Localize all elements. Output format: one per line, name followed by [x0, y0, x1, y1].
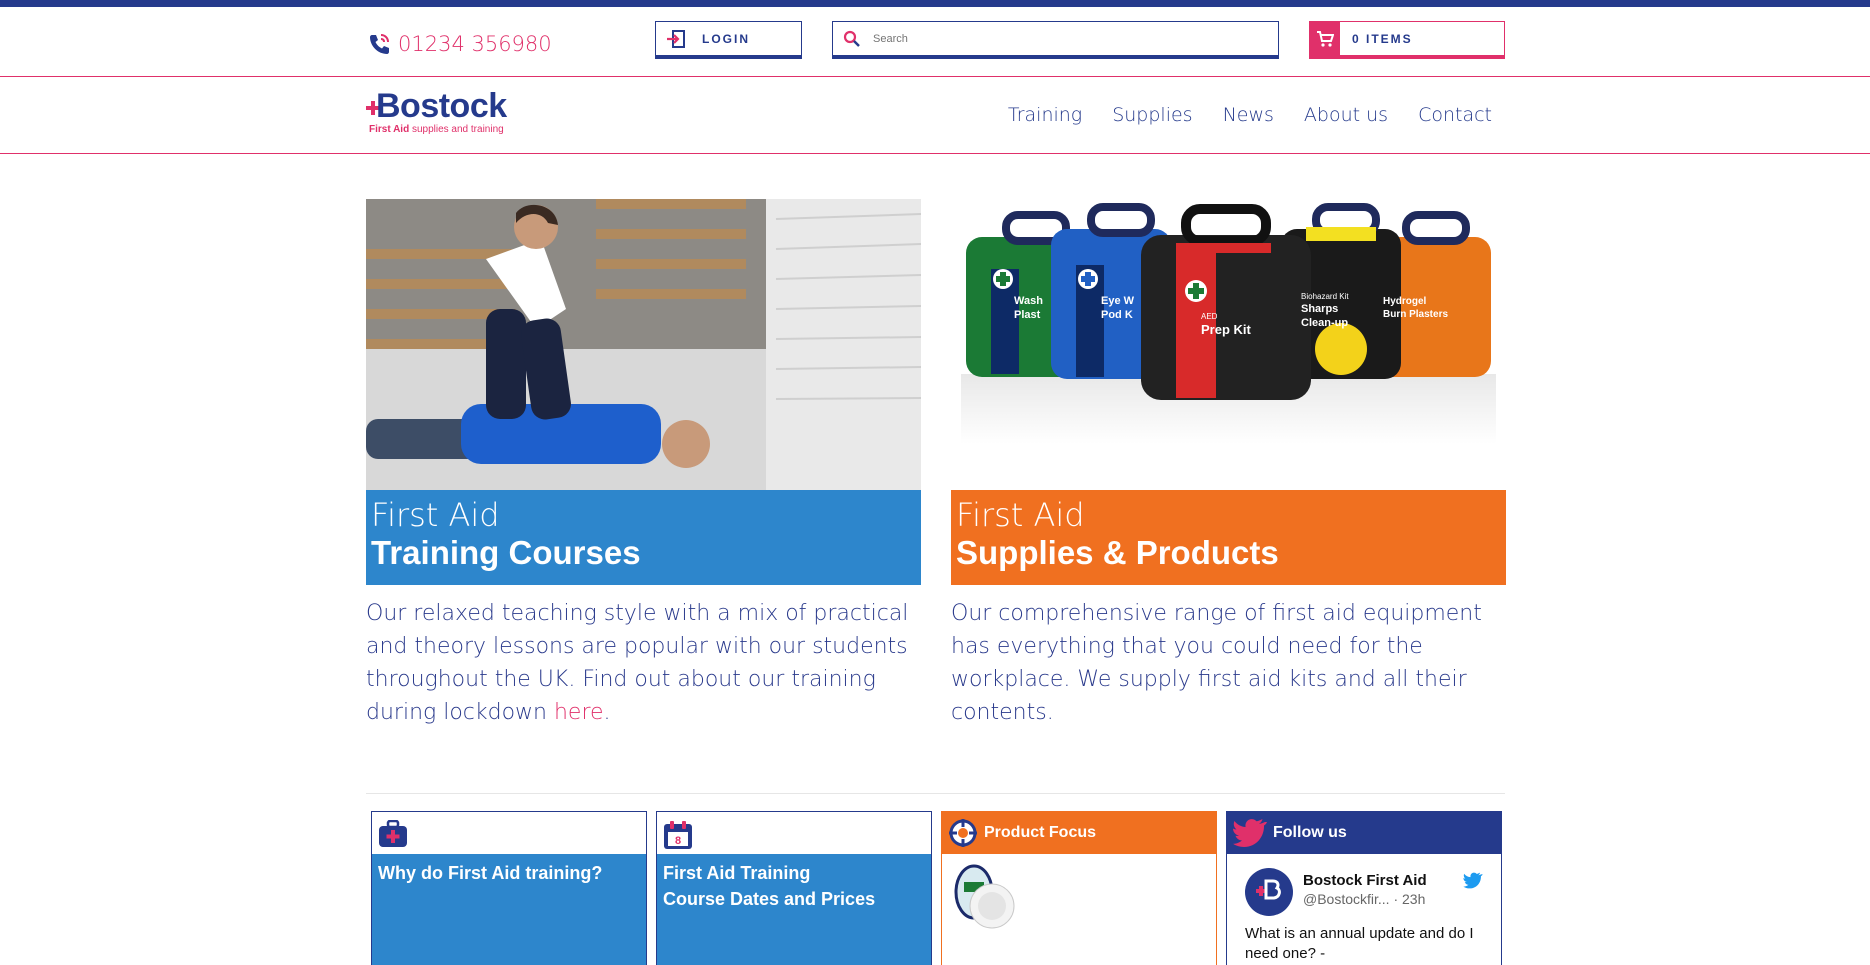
training-description: Our relaxed teaching style with a mix of…	[366, 597, 926, 729]
why-training-tile[interactable]: Why do First Aid training?	[371, 811, 647, 965]
logo-tagline-bold: First Aid	[369, 124, 410, 135]
training-description-text: Our relaxed teaching style with a mix of…	[366, 601, 909, 725]
svg-text:Biohazard Kit: Biohazard Kit	[1301, 292, 1349, 301]
phone-number: 01234 356980	[398, 32, 552, 56]
svg-text:Prep Kit: Prep Kit	[1201, 322, 1252, 337]
supplies-band: First Aid Supplies & Products	[951, 490, 1506, 585]
logo-wordmark: Bostock	[376, 87, 507, 125]
why-training-tile-head	[372, 812, 646, 854]
training-photo	[366, 199, 921, 490]
why-training-title: Why do First Aid training?	[378, 863, 603, 883]
tweet-header: Bostock First Aid @Bostockfir... · 23h	[1245, 868, 1483, 916]
product-thumbnail	[954, 864, 1015, 929]
product-focus-body	[942, 854, 1216, 965]
nav-about-us[interactable]: About us	[1304, 104, 1388, 126]
twitter-bird-icon	[1233, 819, 1267, 847]
first-aid-bag-icon	[379, 820, 407, 847]
follow-us-tile: Follow us Bostock First Aid @Bostockfir.…	[1226, 811, 1502, 965]
cart-icon-box	[1310, 21, 1340, 56]
svg-text:Sharps: Sharps	[1301, 303, 1338, 315]
training-band: First Aid Training Courses	[366, 490, 921, 585]
training-description-end: .	[603, 700, 611, 725]
why-training-tile-body: Why do First Aid training?	[372, 854, 646, 965]
shopping-cart-icon	[1317, 30, 1334, 47]
login-button[interactable]: LOGIN	[655, 21, 802, 59]
follow-us-label: Follow us	[1273, 824, 1347, 841]
cart-button[interactable]: 0 ITEMS	[1309, 21, 1505, 59]
supplies-card[interactable]: Wash Plast Eye W Pod K AED Prep Kit Bioh…	[951, 199, 1506, 729]
svg-text:Hydrogel: Hydrogel	[1383, 296, 1427, 307]
logo-tagline-rest: supplies and training	[411, 124, 504, 135]
logo-tagline: First Aid supplies and training	[369, 124, 504, 135]
nav-menu: Training Supplies News About us Contact	[1008, 104, 1492, 126]
search-icon	[843, 30, 860, 47]
product-focus-label: Product Focus	[984, 824, 1097, 841]
nav-news[interactable]: News	[1223, 104, 1274, 126]
utility-bar: 01234 356980 LOGIN 0 ITEMS	[0, 7, 1870, 77]
tweet-handle-line: @Bostockfir... · 23h	[1303, 891, 1427, 907]
twitter-icon[interactable]	[1463, 872, 1483, 889]
tweet-text: What is an annual update and do I need o…	[1245, 925, 1474, 962]
svg-text:Burn Plasters: Burn Plasters	[1383, 309, 1448, 320]
top-accent-stripe	[0, 0, 1870, 7]
crosshair-icon	[949, 819, 977, 847]
login-icon	[667, 29, 685, 48]
nav-training[interactable]: Training	[1008, 104, 1082, 126]
svg-text:AED: AED	[1201, 312, 1218, 321]
kit-label-wash: Wash	[1014, 295, 1043, 307]
main-navbar: Bostock First Aid supplies and training …	[0, 77, 1870, 154]
bostock-logo[interactable]: Bostock First Aid supplies and training	[366, 87, 516, 139]
svg-text:Eye W: Eye W	[1101, 295, 1135, 307]
phone-icon	[370, 34, 389, 54]
cpr-scene-illustration	[366, 199, 921, 490]
search-box[interactable]	[832, 21, 1279, 59]
product-focus-tile[interactable]: Product Focus	[941, 811, 1217, 965]
course-dates-tile-body: First Aid Training Course Dates and Pric…	[657, 854, 931, 965]
calendar-icon: 8	[664, 821, 692, 849]
svg-text:Plast: Plast	[1014, 309, 1041, 321]
training-band-title: Training Courses	[371, 534, 641, 571]
course-dates-tile-head: 8	[657, 812, 931, 854]
training-band-subtitle: First Aid	[371, 496, 500, 534]
login-label: LOGIN	[702, 31, 750, 46]
nav-contact[interactable]: Contact	[1418, 104, 1492, 126]
phone-link[interactable]: 01234 356980	[366, 29, 552, 59]
section-divider	[366, 793, 1505, 794]
course-dates-title-line1: First Aid Training	[663, 863, 811, 883]
nav-supplies[interactable]: Supplies	[1112, 104, 1192, 126]
twitter-feed: Bostock First Aid @Bostockfir... · 23h W…	[1227, 854, 1501, 965]
supplies-description: Our comprehensive range of first aid equ…	[951, 601, 1482, 725]
tweet-time: · 23h	[1393, 891, 1426, 907]
supplies-band-title: Supplies & Products	[956, 534, 1279, 571]
tweet-author-name[interactable]: Bostock First Aid	[1303, 872, 1427, 889]
calendar-date: 8	[675, 835, 681, 847]
tweet-author: Bostock First Aid @Bostockfir... · 23h	[1303, 868, 1427, 907]
product-focus-head: Product Focus	[942, 812, 1216, 854]
course-dates-tile[interactable]: 8 First Aid Training Course Dates and Pr…	[656, 811, 932, 965]
first-aid-kits-illustration: Wash Plast Eye W Pod K AED Prep Kit Bioh…	[961, 203, 1496, 444]
supplies-photo: Wash Plast Eye W Pod K AED Prep Kit Bioh…	[951, 199, 1506, 490]
tweet-handle[interactable]: @Bostockfir...	[1303, 891, 1390, 907]
supplies-band-subtitle: First Aid	[956, 496, 1085, 534]
search-input[interactable]	[873, 32, 1253, 45]
svg-text:Pod K: Pod K	[1101, 309, 1133, 321]
bostock-b-logo-icon	[1256, 879, 1281, 900]
course-dates-title-line2: Course Dates and Prices	[663, 889, 876, 909]
follow-us-head: Follow us	[1227, 812, 1501, 854]
lockdown-training-link[interactable]: here	[554, 700, 604, 725]
bostock-avatar[interactable]	[1245, 868, 1293, 916]
cart-items-count: 0 ITEMS	[1352, 31, 1413, 46]
svg-text:Clean-up: Clean-up	[1301, 317, 1348, 329]
training-card[interactable]: First Aid Training Courses Our relaxed t…	[366, 199, 921, 729]
